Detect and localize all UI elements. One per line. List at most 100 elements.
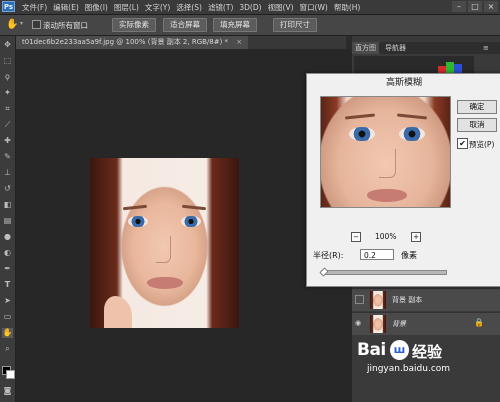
panel-tab-bar: 直方图 导航器 ≡: [352, 42, 500, 54]
radius-slider[interactable]: [319, 267, 447, 277]
eraser-tool-icon[interactable]: ◧: [2, 200, 13, 210]
fill-screen-button[interactable]: 填充屏幕: [213, 18, 257, 32]
watermark-brand-jingyan: 经验: [412, 343, 443, 361]
dialog-preview-image[interactable]: [320, 96, 451, 208]
hand-tool-active-icon[interactable]: ✋: [2, 328, 13, 338]
scroll-all-checkbox[interactable]: [32, 20, 41, 29]
document-tab-bar: t01dec6b2e233aa5a9f.jpg @ 100% (背景 副本 2,…: [16, 36, 346, 49]
layer-name[interactable]: 背景 副本: [392, 295, 422, 305]
zoom-out-button[interactable]: −: [351, 232, 361, 242]
gaussian-blur-dialog: 高斯模糊 确定 取消 ✔ 预览(P) − 100% + 半径(R): 0.2 像…: [306, 73, 500, 287]
layer-thumbnail: [370, 291, 386, 309]
lips: [147, 277, 183, 289]
chevron-down-icon[interactable]: ▾: [20, 20, 23, 27]
layer-thumbnail: [370, 315, 386, 333]
canvas-area[interactable]: [16, 49, 352, 402]
history-brush-icon[interactable]: ↺: [2, 184, 13, 194]
preview-lips: [367, 189, 407, 202]
window-controls: – □ ×: [452, 1, 498, 12]
nose: [156, 236, 171, 263]
fit-screen-button[interactable]: 适合屏幕: [163, 18, 207, 32]
radius-input[interactable]: 0.2: [360, 249, 394, 260]
menu-type[interactable]: 文字(Y): [145, 2, 170, 13]
portrait-image: [90, 158, 239, 328]
dialog-title: 高斯模糊: [385, 78, 422, 88]
layer-name[interactable]: 背景: [392, 319, 406, 329]
radius-label: 半径(R):: [313, 251, 344, 260]
close-button[interactable]: ×: [484, 1, 498, 12]
brush-tool-icon[interactable]: ✎: [2, 152, 13, 162]
menu-items: 文件(F) 编辑(E) 图像(I) 图层(L) 文字(Y) 选择(S) 滤镜(T…: [22, 0, 360, 14]
path-select-icon[interactable]: ➤: [2, 296, 13, 306]
preview-right-eye: [399, 127, 425, 141]
healing-brush-icon[interactable]: ✚: [2, 136, 13, 146]
menu-select[interactable]: 选择(S): [176, 2, 202, 13]
eye-icon[interactable]: ◉: [355, 320, 364, 327]
menu-bar: Ps 文件(F) 编辑(E) 图像(I) 图层(L) 文字(Y) 选择(S) 滤…: [0, 0, 500, 15]
background-color-swatch[interactable]: [6, 370, 15, 379]
ok-button[interactable]: 确定: [457, 100, 497, 114]
menu-file[interactable]: 文件(F): [22, 2, 47, 13]
menu-view[interactable]: 视图(V): [268, 2, 294, 13]
document-tab-title: t01dec6b2e233aa5a9f.jpg @ 100% (背景 副本 2,…: [22, 38, 229, 46]
hand-tool-icon[interactable]: ✋: [6, 19, 18, 30]
cancel-button[interactable]: 取消: [457, 118, 497, 132]
blur-tool-icon[interactable]: ●: [2, 232, 13, 242]
pen-tool-icon[interactable]: ✒: [2, 264, 13, 274]
layer-row-background[interactable]: ◉ 背景 🔒: [352, 312, 500, 335]
move-tool-icon[interactable]: ✥: [2, 40, 13, 50]
tools-panel: ✥ ⬚ ϙ ✦ ⌗ ⟋ ✚ ✎ ⊥ ↺ ◧ ▤ ● ◐ ✒ T ➤ ▭ ✋ ⌕ …: [0, 36, 16, 402]
actual-pixels-button[interactable]: 实际像素: [112, 18, 156, 32]
dodge-tool-icon[interactable]: ◐: [2, 248, 13, 258]
gradient-tool-icon[interactable]: ▤: [2, 216, 13, 226]
layer-row-background-copy[interactable]: 背景 副本: [352, 288, 500, 311]
watermark-brand: Bai: [357, 340, 386, 360]
marquee-tool-icon[interactable]: ⬚: [2, 56, 13, 66]
left-eyebrow: [122, 204, 148, 211]
menu-filter[interactable]: 滤镜(T): [208, 2, 233, 13]
right-eye: [181, 216, 201, 227]
print-size-button[interactable]: 打印尺寸: [273, 18, 317, 32]
preview-nose: [379, 149, 396, 178]
hand: [104, 296, 132, 328]
document-tab[interactable]: t01dec6b2e233aa5a9f.jpg @ 100% (背景 副本 2,…: [16, 36, 249, 49]
shape-tool-icon[interactable]: ▭: [2, 312, 13, 322]
radius-unit: 像素: [401, 251, 417, 260]
maximize-button[interactable]: □: [468, 1, 482, 12]
tab-navigator[interactable]: 导航器: [382, 42, 409, 54]
crop-tool-icon[interactable]: ⌗: [2, 104, 13, 114]
preview-left-eyebrow: [344, 113, 376, 120]
left-eye: [128, 216, 148, 227]
menu-3d[interactable]: 3D(D): [239, 3, 261, 12]
preview-label: 预览(P): [469, 140, 495, 149]
panel-menu-icon[interactable]: ≡: [480, 42, 492, 54]
slider-handle[interactable]: [319, 267, 329, 277]
tab-histogram[interactable]: 直方图: [352, 42, 379, 54]
zoom-in-button[interactable]: +: [411, 232, 421, 242]
preview-right-eyebrow: [396, 113, 428, 120]
scroll-all-label: 滚动所有窗口: [43, 21, 88, 30]
photoshop-logo: Ps: [2, 1, 15, 12]
eyedropper-icon[interactable]: ⟋: [2, 120, 13, 130]
close-tab-icon[interactable]: ×: [236, 38, 242, 46]
clone-stamp-icon[interactable]: ⊥: [2, 168, 13, 178]
minimize-button[interactable]: –: [452, 1, 466, 12]
quick-mask-icon[interactable]: ◙: [2, 386, 13, 396]
preview-left-eye: [349, 127, 375, 141]
zoom-tool-icon[interactable]: ⌕: [2, 344, 13, 354]
menu-window[interactable]: 窗口(W): [300, 2, 328, 13]
options-bar: ✋ ▾ 滚动所有窗口 实际像素 适合屏幕 填充屏幕 打印尺寸: [0, 15, 500, 36]
menu-help[interactable]: 帮助(H): [334, 2, 361, 13]
magic-wand-icon[interactable]: ✦: [2, 88, 13, 98]
menu-edit[interactable]: 编辑(E): [53, 2, 79, 13]
visibility-toggle[interactable]: [355, 295, 364, 304]
preview-checkbox[interactable]: ✔: [457, 138, 468, 149]
menu-image[interactable]: 图像(I): [85, 2, 108, 13]
lock-icon: 🔒: [474, 318, 484, 327]
lasso-tool-icon[interactable]: ϙ: [2, 72, 13, 82]
menu-layer[interactable]: 图层(L): [114, 2, 139, 13]
zoom-level: 100%: [375, 232, 397, 241]
watermark-url: jingyan.baidu.com: [367, 364, 451, 374]
baidu-paw-icon: ꟺ: [390, 340, 409, 360]
type-tool-icon[interactable]: T: [2, 280, 13, 290]
